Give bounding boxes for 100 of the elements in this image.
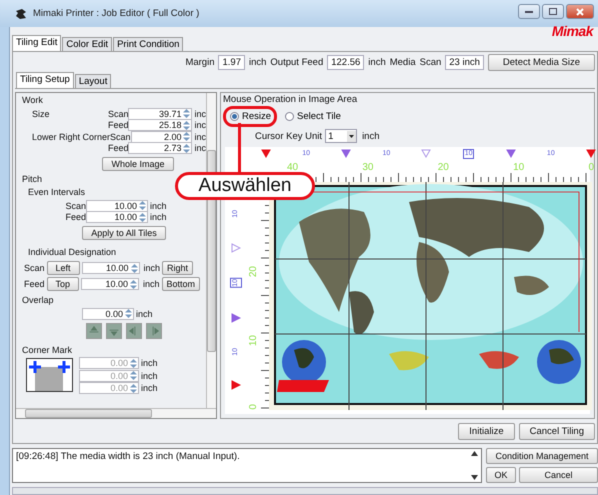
tiling-button[interactable]: Cancel Tiling: [518, 423, 595, 440]
minimize-icon: [525, 10, 533, 14]
overlap-right-button[interactable]: [146, 322, 162, 338]
ruler-number: 10: [513, 163, 524, 173]
pitch-side-button[interactable]: Bottom: [162, 277, 200, 291]
maximize-icon: [549, 8, 557, 15]
scroll-up-icon[interactable]: [471, 451, 478, 456]
spinner-arrows-icon[interactable]: [182, 108, 192, 120]
section-title: Individual Designation: [27, 247, 118, 257]
ruler-number: 30: [362, 163, 374, 173]
overlap-left-button[interactable]: [126, 322, 142, 338]
spinner-arrows-icon[interactable]: [138, 200, 147, 212]
close-button[interactable]: [566, 4, 594, 19]
radio-option[interactable]: Resize: [230, 111, 272, 122]
unit-label: inch: [140, 370, 158, 381]
cancel-button[interactable]: Cancel: [519, 467, 598, 483]
triangle-marker-icon[interactable]: [421, 149, 432, 158]
field-label: Output Feed: [270, 57, 324, 68]
whole-image-button[interactable]: Whole Image: [102, 157, 174, 171]
unit-label: inch: [142, 279, 160, 289]
condition-management-button[interactable]: Condition Management: [486, 448, 598, 464]
spinner-arrows-icon[interactable]: [182, 120, 192, 131]
unit-dropdown[interactable]: 1: [325, 129, 358, 143]
field-label: Scan: [110, 132, 131, 142]
spinner-arrows-icon[interactable]: [129, 278, 138, 290]
input-field[interactable]: 1.97: [218, 55, 245, 70]
triangle-marker-icon[interactable]: [231, 312, 241, 323]
section-title: Even Intervals: [27, 187, 86, 197]
field-label: Feed: [24, 279, 45, 289]
field-label: Cursor Key Unit: [255, 130, 322, 142]
caret-icon: [347, 130, 356, 142]
ruler-number: 20: [438, 163, 449, 173]
pitch-side-button[interactable]: Left: [46, 261, 80, 275]
section-title: Work: [22, 95, 44, 105]
ruler-number: 0: [249, 404, 259, 410]
spinner-arrows-icon[interactable]: [138, 212, 147, 223]
overlap-bottom-button[interactable]: [106, 322, 122, 338]
spin-field[interactable]: 10.00: [81, 278, 140, 290]
overlap-top-button[interactable]: [86, 322, 102, 338]
detect-media-size-button[interactable]: Detect Media Size: [488, 54, 595, 71]
radio-option[interactable]: Select Tile: [285, 111, 341, 122]
unit-label: inch: [140, 358, 158, 368]
triangle-marker-icon[interactable]: [231, 380, 241, 390]
tab[interactable]: Tiling Edit: [12, 35, 62, 51]
horizontal-scrollbar[interactable]: [16, 408, 216, 418]
spin-field[interactable]: 10.00: [86, 211, 148, 224]
close-icon: [576, 8, 584, 16]
pitch-side-button[interactable]: Top: [46, 277, 80, 291]
triangle-marker-icon[interactable]: [231, 242, 241, 253]
spin-field[interactable]: 10.00: [82, 262, 140, 274]
tab[interactable]: Layout: [74, 74, 112, 88]
brand-logo: Mimak: [552, 24, 594, 36]
unit-label: inc: [193, 143, 206, 154]
spinner-arrows-icon[interactable]: [182, 142, 192, 154]
tab[interactable]: Color Edit: [62, 37, 112, 51]
ruler-number: 10: [249, 335, 259, 346]
minimize-button[interactable]: [518, 4, 540, 19]
spin-field[interactable]: 2.00: [130, 130, 192, 143]
input-field[interactable]: 122.56: [327, 55, 364, 70]
field-label: Feed: [108, 120, 128, 130]
ok-button[interactable]: OK: [486, 467, 516, 483]
spin-field[interactable]: 39.71: [128, 108, 192, 120]
unit-label: inch: [149, 200, 167, 211]
spin-field[interactable]: 10.00: [86, 200, 148, 212]
section-title: Corner Mark: [22, 344, 74, 354]
spin-field[interactable]: 2.73: [128, 142, 192, 154]
triangle-marker-icon[interactable]: [586, 149, 596, 158]
unit-label: inch: [140, 383, 158, 394]
field-label: inch: [248, 57, 266, 68]
leader-line: [238, 123, 241, 173]
window-title: Mimaki Printer : Job Editor ( Full Color ): [33, 8, 200, 19]
field-label: Lower Right Corner: [31, 132, 110, 142]
ruler-number: 20: [249, 266, 259, 278]
apply-to-all-tiles-button[interactable]: Apply to All Tiles: [82, 226, 166, 240]
spinner-arrows-icon[interactable]: [130, 262, 139, 274]
unit-label: inch: [142, 263, 160, 273]
spinner-arrows-icon[interactable]: [124, 308, 133, 320]
spinner-arrows-icon[interactable]: [182, 131, 192, 142]
tiling-button[interactable]: Initialize: [458, 423, 515, 440]
pitch-side-button[interactable]: Right: [162, 261, 194, 275]
triangle-marker-icon[interactable]: [341, 149, 352, 158]
spin-field[interactable]: 0.00: [82, 308, 134, 320]
field-label: Feed: [64, 212, 86, 222]
tab[interactable]: Print Condition: [113, 37, 184, 51]
field-label: Scan: [108, 108, 128, 119]
ruler-number: 0: [588, 163, 594, 173]
spin-field[interactable]: 25.18: [128, 119, 192, 132]
log-message: [09:26:48] The media width is 23 inch (Manual Input).: [16, 451, 241, 462]
field-label: Feed: [108, 143, 128, 154]
triangle-marker-icon[interactable]: [506, 149, 516, 158]
maximize-button[interactable]: [542, 4, 564, 19]
input-field[interactable]: 23 inch: [445, 55, 484, 70]
unit-label: inch: [135, 308, 153, 319]
field-label: Scan: [420, 57, 442, 68]
highlight-ring: [223, 106, 278, 127]
tab[interactable]: Tiling Setup: [16, 72, 74, 88]
scroll-down-icon[interactable]: [471, 475, 478, 480]
section-title: Overlap: [22, 295, 55, 305]
field-label: Size: [31, 108, 51, 119]
triangle-marker-icon[interactable]: [261, 149, 271, 158]
